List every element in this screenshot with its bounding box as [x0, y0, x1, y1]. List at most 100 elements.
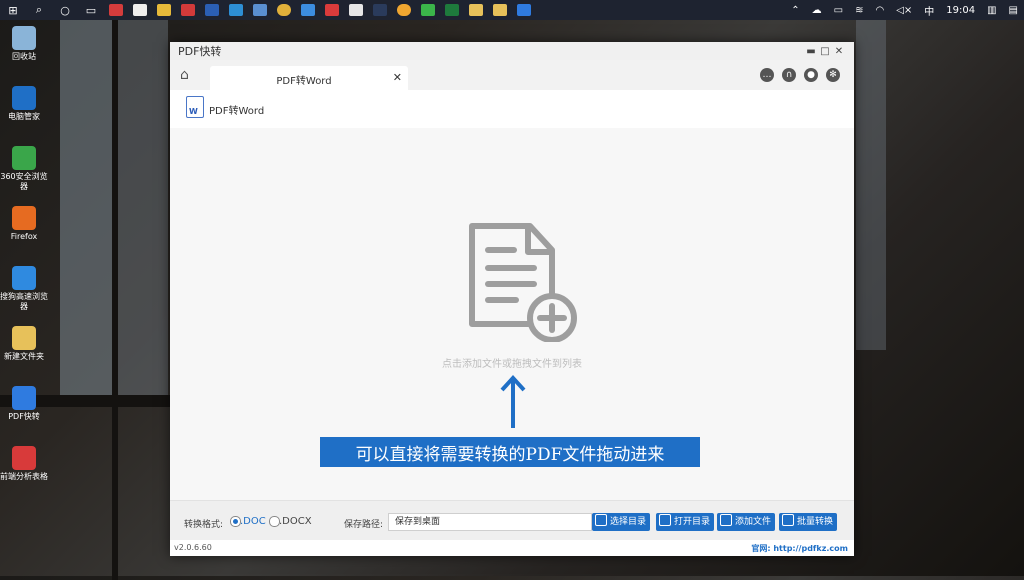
- taskbar-app-icon[interactable]: [349, 4, 363, 16]
- desktop-icon-item[interactable]: 回收站: [0, 26, 48, 62]
- bottom-toolbar: 转换格式: .DOC .DOCX 保存路径: 保存到桌面 选择目录 打开目录 添…: [170, 500, 854, 541]
- home-icon[interactable]: ⌂: [180, 67, 189, 83]
- desktop-icon-label: 360安全浏览器: [0, 172, 48, 191]
- pdf-converter-window: PDF快转 ▬ □ ✕ ⌂ PDF转Word ✕ … ∩ ● ✻ W PDF转W…: [170, 42, 854, 556]
- windows-taskbar: ⊞ ⌕ ○ ▭ ⌃ ☁ ▭ ≋ ◠ ◁× 中 19:04 ▥ ▤: [0, 0, 1024, 20]
- save-path-input[interactable]: 保存到桌面: [388, 513, 592, 531]
- format-label: 转换格式:: [184, 520, 224, 530]
- desktop-icon-item[interactable]: Firefox: [0, 206, 48, 242]
- search-icon[interactable]: ⌕: [31, 3, 47, 17]
- settings-gear-icon[interactable]: ✻: [826, 68, 840, 82]
- desktop-icon-label: PDF快转: [8, 412, 40, 421]
- minimize-icon[interactable]: ▬: [804, 46, 818, 57]
- word-file-icon: W: [186, 96, 204, 118]
- taskbar-app-icon[interactable]: [277, 4, 291, 16]
- taskbar-app-icon[interactable]: [325, 4, 339, 16]
- desktop-icon-item[interactable]: 电脑管家: [0, 86, 48, 122]
- pdf-converter-icon: [12, 386, 36, 410]
- save-path-label: 保存路径:: [344, 520, 384, 530]
- desktop-icon-item[interactable]: 搜狗高速浏览器: [0, 266, 48, 312]
- windows-start-icon[interactable]: ⊞: [5, 3, 21, 17]
- pc-manager-icon: [12, 86, 36, 110]
- taskbar-app-icon[interactable]: [229, 4, 243, 16]
- taskbar-app-icon[interactable]: [469, 4, 483, 16]
- taskbar-app-icon[interactable]: [397, 4, 411, 16]
- recycle-bin-icon: [12, 26, 36, 50]
- maximize-icon[interactable]: □: [818, 46, 832, 57]
- taskbar-app-icon[interactable]: [109, 4, 123, 16]
- notification-icon[interactable]: ▤: [1009, 5, 1018, 16]
- tab-pdf-to-word[interactable]: PDF转Word ✕: [210, 66, 408, 90]
- background-window-pane: [118, 20, 168, 400]
- taskbar-app-icon[interactable]: [157, 4, 171, 16]
- taskbar-app-icon[interactable]: [421, 4, 435, 16]
- window-title: PDF快转: [178, 45, 222, 58]
- tab-bar: ⌂ PDF转Word ✕ … ∩ ● ✻: [170, 60, 854, 90]
- background-frame-bar: [112, 20, 118, 580]
- folder-save-icon: [595, 514, 607, 526]
- taskbar-app-icon[interactable]: [133, 4, 147, 16]
- clock[interactable]: 19:04: [946, 5, 975, 16]
- task-view-icon[interactable]: ▭: [83, 3, 99, 17]
- function-title: PDF转Word: [209, 106, 265, 117]
- close-icon[interactable]: ✕: [832, 46, 846, 57]
- keyboard-icon[interactable]: ▥: [987, 5, 996, 16]
- ime-indicator[interactable]: 中: [924, 3, 934, 18]
- browser-360-icon: [12, 146, 36, 170]
- battery-icon[interactable]: ▭: [834, 5, 843, 16]
- network-icon[interactable]: ≋: [855, 5, 863, 16]
- convert-icon: [782, 514, 794, 526]
- desktop-icon-item[interactable]: 新建文件夹: [0, 326, 48, 362]
- file-drop-area[interactable]: 点击添加文件或拖拽文件到列表 可以直接将需要转换的PDF文件拖动进来: [170, 128, 854, 500]
- desktop-icon-item[interactable]: PDF快转: [0, 386, 48, 422]
- volume-icon[interactable]: ◁×: [896, 5, 912, 16]
- open-dir-button[interactable]: 打开目录: [656, 513, 715, 531]
- desktop-icon-label: 回收站: [12, 52, 36, 61]
- drop-hint-text: 点击添加文件或拖拽文件到列表: [442, 359, 582, 370]
- desktop-icon-label: 搜狗高速浏览器: [0, 292, 48, 311]
- desktop-icon-label: 新建文件夹: [4, 352, 44, 361]
- choose-dir-button[interactable]: 选择目录: [592, 513, 651, 531]
- user-icon[interactable]: ●: [804, 68, 818, 82]
- pdf-file-icon: [12, 446, 36, 470]
- taskbar-app-icon-active[interactable]: [517, 4, 531, 16]
- tab-close-icon[interactable]: ✕: [393, 71, 402, 84]
- cloud-icon[interactable]: ☁: [812, 5, 822, 16]
- annotation-banner: 可以直接将需要转换的PDF文件拖动进来: [320, 437, 700, 467]
- add-file-icon[interactable]: [464, 220, 580, 342]
- version-text: v2.0.6.60: [174, 543, 212, 552]
- plus-icon: [720, 514, 732, 526]
- website-link[interactable]: 官网: http://pdfkz.com: [751, 543, 848, 554]
- format-option-doc[interactable]: .DOC: [240, 516, 266, 527]
- background-window-pane: [856, 20, 886, 350]
- format-option-docx[interactable]: .DOCX: [279, 516, 312, 527]
- taskbar-app-icon[interactable]: [373, 4, 387, 16]
- taskbar-app-icon[interactable]: [445, 4, 459, 16]
- firefox-icon: [12, 206, 36, 230]
- wifi-icon[interactable]: ◠: [875, 5, 884, 16]
- window-titlebar[interactable]: PDF快转 ▬ □ ✕: [170, 42, 854, 60]
- tab-label: PDF转Word: [276, 76, 332, 87]
- add-file-button[interactable]: 添加文件: [717, 513, 776, 531]
- desktop-icon-item[interactable]: 前端分析表格: [0, 446, 48, 482]
- taskbar-app-icon[interactable]: [493, 4, 507, 16]
- chat-icon[interactable]: …: [760, 68, 774, 82]
- taskbar-app-icon[interactable]: [181, 4, 195, 16]
- arrow-up-icon: [500, 375, 526, 428]
- taskbar-app-icon[interactable]: [301, 4, 315, 16]
- status-bar: v2.0.6.60 官网: http://pdfkz.com: [170, 540, 854, 556]
- taskbar-app-icon[interactable]: [205, 4, 219, 16]
- desktop-icon-label: Firefox: [10, 232, 38, 241]
- cortana-icon[interactable]: ○: [57, 3, 73, 17]
- toolbar-icons: … ∩ ● ✻: [752, 68, 840, 82]
- desktop-icon-item[interactable]: 360安全浏览器: [0, 146, 48, 192]
- taskbar-app-icon[interactable]: [253, 4, 267, 16]
- folder-open-icon: [659, 514, 671, 526]
- system-tray: ⌃ ☁ ▭ ≋ ◠ ◁× 中 19:04 ▥ ▤: [785, 0, 1024, 20]
- chevron-up-icon[interactable]: ⌃: [791, 5, 799, 16]
- background-window-pane: [60, 20, 115, 400]
- headset-icon[interactable]: ∩: [782, 68, 796, 82]
- folder-icon: [12, 326, 36, 350]
- batch-convert-button[interactable]: 批量转换: [779, 513, 838, 531]
- function-header: W PDF转Word: [170, 90, 854, 129]
